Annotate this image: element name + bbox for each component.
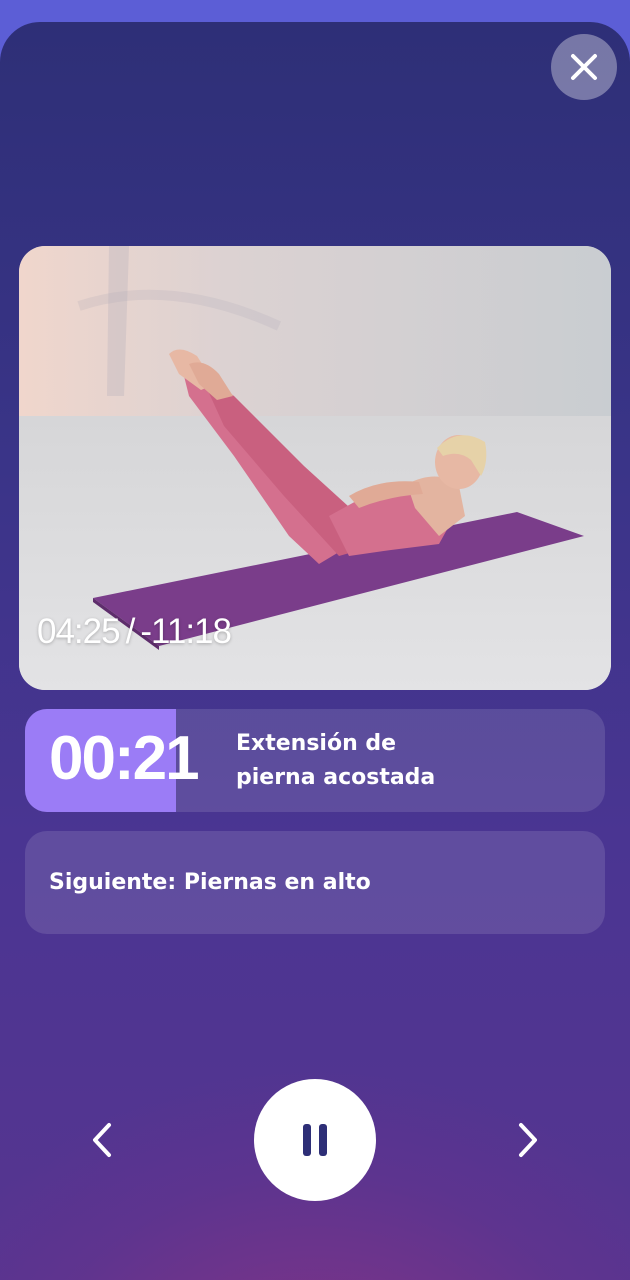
previous-exercise-button[interactable]	[80, 1118, 124, 1162]
next-exercise-card: Siguiente: Piernas en alto	[25, 831, 605, 934]
video-remaining-time: -11:18	[140, 612, 232, 651]
chevron-left-icon	[93, 1123, 111, 1157]
video-elapsed-time: 04:25	[37, 612, 121, 651]
exercise-name-line-2: pierna acostada	[236, 765, 436, 790]
pause-button[interactable]	[254, 1079, 376, 1201]
close-button[interactable]	[551, 34, 617, 100]
chevron-right-icon	[519, 1123, 537, 1157]
workout-player-sheet: 04:25/-11:18 00:21 Extensión de pierna a…	[0, 22, 630, 1280]
exercise-name-line-1: Extensión de	[236, 731, 397, 756]
close-icon	[571, 54, 597, 80]
exercise-name: Extensión de pierna acostada	[236, 727, 476, 795]
next-exercise-button[interactable]	[506, 1118, 550, 1162]
video-time-display: 04:25/-11:18	[37, 612, 232, 652]
exercise-video[interactable]: 04:25/-11:18	[19, 246, 611, 690]
current-exercise-card: 00:21 Extensión de pierna acostada	[25, 709, 605, 812]
video-time-separator: /	[125, 612, 136, 651]
pause-icon	[303, 1124, 327, 1156]
exercise-timer: 00:21	[49, 724, 200, 793]
next-exercise-label: Siguiente: Piernas en alto	[49, 870, 371, 895]
